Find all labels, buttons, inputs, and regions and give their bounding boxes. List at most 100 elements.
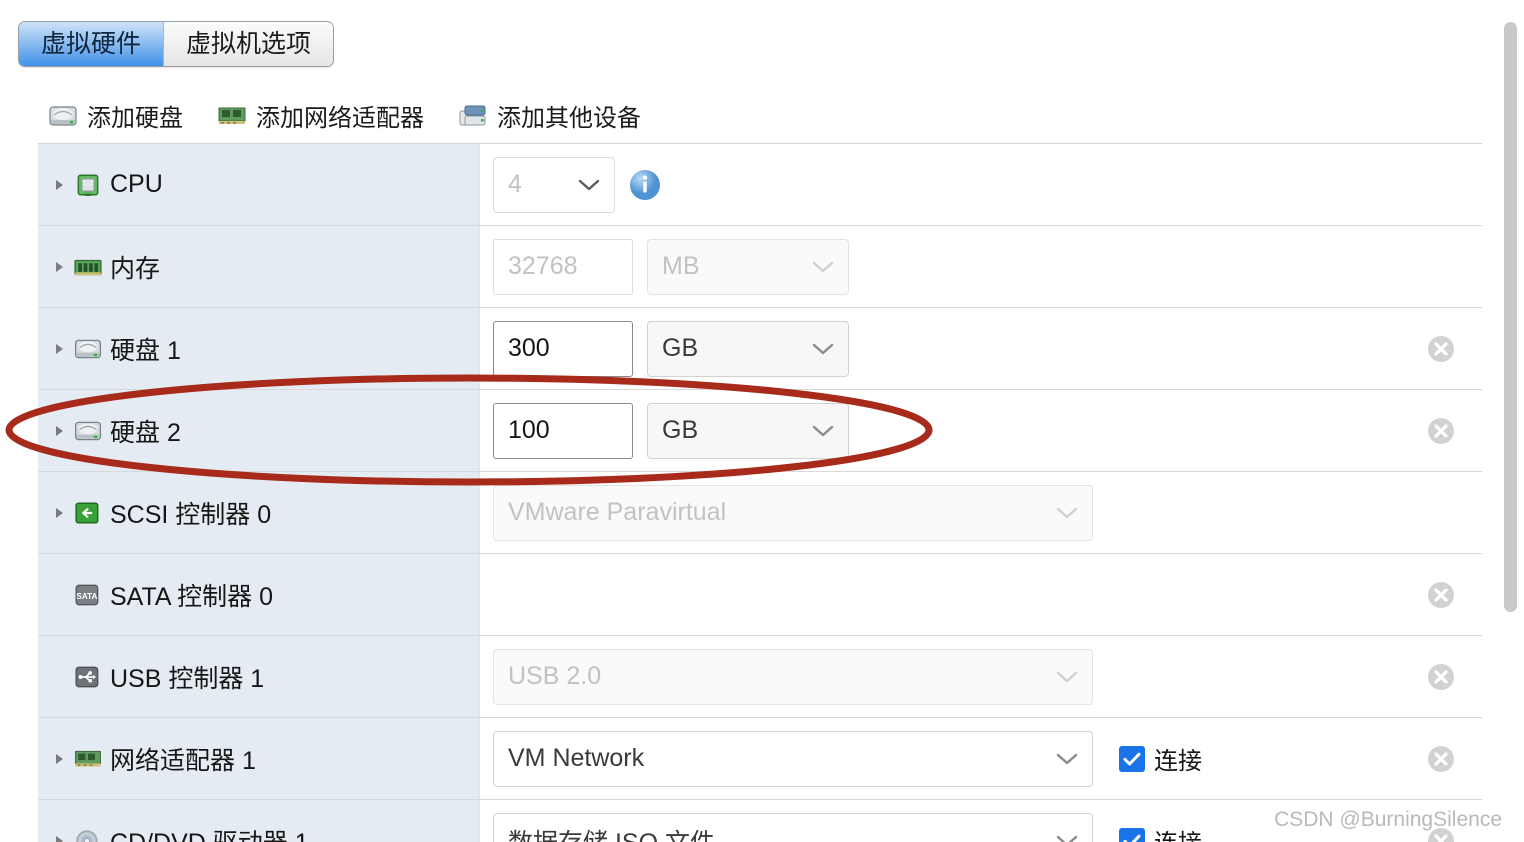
device-row[interactable]: CD/DVD 驱动器 1 数据存储 ISO 文件 连接: [38, 800, 1482, 842]
expand-triangle-icon[interactable]: [52, 834, 66, 842]
capacity-unit-value: GB: [662, 416, 699, 444]
device-option-select[interactable]: 数据存储 ISO 文件: [493, 812, 1093, 842]
capacity-unit-value: MB: [662, 252, 700, 280]
device-value-cell: 300 GB: [480, 308, 1400, 389]
cpu-count-select[interactable]: 4: [493, 156, 615, 213]
device-label: 内存: [110, 254, 161, 283]
device-row[interactable]: 硬盘 1 300 GB: [38, 308, 1482, 390]
device-row[interactable]: 硬盘 2 100 GB: [38, 390, 1482, 472]
other-device-icon: [459, 105, 486, 125]
add-network-adapter-button[interactable]: 添加网络适配器: [217, 98, 424, 133]
device-value-cell: [480, 554, 1400, 635]
sata-controller-icon: SATA: [74, 583, 102, 607]
device-row[interactable]: SATA SATA 控制器 0: [38, 554, 1482, 636]
chevron-down-icon: [1056, 662, 1078, 691]
usb-controller-icon: [74, 665, 102, 689]
expand-triangle-icon[interactable]: [52, 178, 66, 192]
device-label-cell: 硬盘 1: [38, 308, 480, 389]
device-remove-cell: [1400, 636, 1482, 717]
device-option-value: VM Network: [508, 744, 645, 772]
chevron-down-icon: [812, 334, 834, 363]
add-hard-disk-label: 添加硬盘: [87, 105, 183, 132]
cpu-icon: [74, 173, 102, 197]
hard-disk-icon: [74, 337, 102, 361]
device-row[interactable]: 内存 32768 MB: [38, 226, 1482, 308]
capacity-input[interactable]: 32768: [493, 238, 633, 295]
expand-triangle-icon[interactable]: [52, 506, 66, 520]
capacity-unit-select[interactable]: GB: [647, 402, 849, 459]
vertical-scrollbar-thumb[interactable]: [1504, 22, 1517, 612]
expand-triangle-icon[interactable]: [52, 752, 66, 766]
device-remove-cell: [1400, 308, 1482, 389]
device-row[interactable]: SCSI 控制器 0 VMware Paravirtual: [38, 472, 1482, 554]
remove-device-button[interactable]: [1424, 660, 1458, 694]
device-option-value: USB 2.0: [508, 662, 602, 690]
memory-icon: [74, 255, 102, 279]
tab-bar: 虚拟硬件 虚拟机选项: [18, 21, 335, 67]
device-label: 硬盘 2: [110, 418, 181, 447]
device-label-cell: 硬盘 2: [38, 390, 480, 471]
tab-virtual-hardware[interactable]: 虚拟硬件: [19, 22, 164, 66]
device-row[interactable]: 网络适配器 1 VM Network 连接: [38, 718, 1482, 800]
scsi-controller-icon: [74, 501, 102, 525]
network-card-icon: [74, 747, 102, 771]
device-option-select[interactable]: VM Network: [493, 730, 1093, 787]
chevron-down-icon: [812, 252, 834, 281]
capacity-input[interactable]: 100: [493, 402, 633, 459]
device-label-cell: SCSI 控制器 0: [38, 472, 480, 553]
add-other-device-button[interactable]: 添加其他设备: [458, 98, 641, 133]
watermark: CSDN @BurningSilence: [1274, 808, 1502, 831]
remove-device-button[interactable]: [1424, 578, 1458, 612]
device-label-cell: CPU: [38, 144, 480, 225]
capacity-unit-select[interactable]: MB: [647, 238, 849, 295]
device-label-cell: 内存: [38, 226, 480, 307]
device-value-cell: VMware Paravirtual: [480, 472, 1400, 553]
info-icon[interactable]: [629, 169, 661, 201]
device-option-value: 数据存储 ISO 文件: [508, 823, 715, 842]
device-label: 硬盘 1: [110, 336, 181, 365]
device-remove-cell: [1400, 226, 1482, 307]
cd-dvd-icon: [74, 829, 102, 842]
add-other-device-label: 添加其他设备: [497, 105, 641, 132]
add-hard-disk-button[interactable]: 添加硬盘: [48, 98, 183, 133]
capacity-unit-value: GB: [662, 334, 699, 362]
device-remove-cell: [1400, 718, 1482, 799]
remove-device-button[interactable]: [1424, 332, 1458, 366]
vertical-scrollbar[interactable]: [1500, 0, 1520, 842]
device-value-cell: 数据存储 ISO 文件 连接: [480, 800, 1400, 842]
expand-triangle-icon[interactable]: [52, 424, 66, 438]
device-value-cell: 100 GB: [480, 390, 1400, 471]
remove-device-button[interactable]: [1424, 742, 1458, 776]
capacity-unit-select[interactable]: GB: [647, 320, 849, 377]
device-label: SCSI 控制器 0: [110, 500, 272, 529]
chevron-down-icon: [578, 170, 600, 199]
connect-checkbox[interactable]: [1119, 827, 1145, 842]
device-remove-cell: [1400, 472, 1482, 553]
chevron-down-icon: [1056, 498, 1078, 527]
chevron-down-icon: [1056, 826, 1078, 842]
device-row[interactable]: CPU 4: [38, 144, 1482, 226]
device-row[interactable]: USB 控制器 1 USB 2.0: [38, 636, 1482, 718]
capacity-input[interactable]: 300: [493, 320, 633, 377]
connect-checkbox-label: 连接: [1154, 748, 1202, 775]
network-card-icon: [218, 107, 246, 124]
device-label: CPU: [110, 170, 163, 198]
device-option-select[interactable]: USB 2.0: [493, 648, 1093, 705]
add-network-adapter-label: 添加网络适配器: [256, 105, 424, 132]
connect-checkbox-group[interactable]: 连接: [1119, 823, 1202, 842]
connect-checkbox-group[interactable]: 连接: [1119, 741, 1202, 776]
device-remove-cell: [1400, 554, 1482, 635]
device-label-cell: CD/DVD 驱动器 1: [38, 800, 480, 842]
remove-device-button[interactable]: [1424, 414, 1458, 448]
expand-triangle-icon[interactable]: [52, 260, 66, 274]
device-remove-cell: [1400, 144, 1482, 225]
device-action-toolbar: 添加硬盘 添加网络适配器 添加其他设备: [48, 98, 641, 133]
device-option-select[interactable]: VMware Paravirtual: [493, 484, 1093, 541]
device-value-cell: VM Network 连接: [480, 718, 1400, 799]
tab-vm-options[interactable]: 虚拟机选项: [163, 22, 334, 66]
chevron-down-icon: [812, 416, 834, 445]
connect-checkbox[interactable]: [1119, 745, 1145, 772]
hard-disk-icon: [49, 105, 77, 126]
device-label-cell: USB 控制器 1: [38, 636, 480, 717]
expand-triangle-icon[interactable]: [52, 342, 66, 356]
